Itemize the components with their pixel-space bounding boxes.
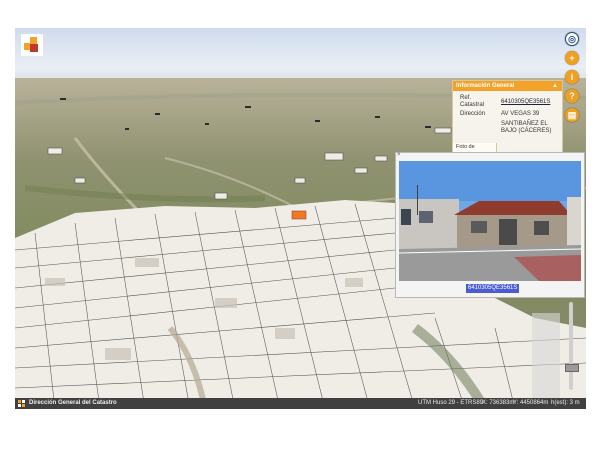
photo-ref-link[interactable]: 6410305QE3561S bbox=[466, 284, 520, 293]
direccion-label: Dirección bbox=[460, 111, 486, 117]
close-icon[interactable]: × bbox=[397, 152, 401, 158]
info-button[interactable]: i bbox=[565, 70, 579, 84]
catastro-small-logo-icon bbox=[18, 400, 25, 407]
compass-icon[interactable]: ◎ bbox=[565, 32, 579, 46]
direccion-value: AV VEGAS 39 bbox=[501, 111, 540, 117]
info-panel-header: Información General ▲ bbox=[453, 81, 562, 91]
zoom-handle[interactable] bbox=[565, 364, 579, 372]
zoom-in-button[interactable]: + bbox=[565, 51, 579, 65]
ref-value-link[interactable]: 6410305QE3561S bbox=[501, 99, 550, 105]
help-button[interactable]: ? bbox=[565, 89, 579, 103]
x-coordinate: X: 736383m bbox=[482, 400, 515, 406]
zoom-track[interactable] bbox=[569, 302, 573, 390]
height-estimate: h(est): 3 m bbox=[551, 400, 580, 406]
catastro-logo-icon[interactable] bbox=[21, 34, 43, 56]
zoom-slider[interactable] bbox=[563, 302, 579, 390]
facade-photo-popup: × 6410305QE3561S bbox=[395, 152, 585, 298]
map-3d-viewer[interactable]: ◎ + i ? ▤ Información General ▲ Ref. Cat… bbox=[15, 28, 586, 409]
status-bar: Dirección General del Catastro UTM Huso … bbox=[15, 398, 586, 409]
organization-label: Dirección General del Catastro bbox=[29, 400, 117, 406]
navigation-controls: ◎ + i ? ▤ bbox=[565, 32, 581, 127]
locality-value: SANTIBAÑEZ EL BAJO (CÁCERES) bbox=[501, 121, 552, 134]
ref-label: Ref. Catastral bbox=[460, 95, 485, 108]
crs-label: UTM Huso 29 - ETRS89 bbox=[418, 400, 484, 406]
collapse-toggle-icon[interactable]: ▲ bbox=[552, 81, 558, 91]
y-coordinate: Y: 4450864m bbox=[513, 400, 549, 406]
layers-button[interactable]: ▤ bbox=[565, 108, 579, 122]
facade-photo bbox=[399, 161, 581, 281]
info-panel-title: Información General bbox=[456, 83, 515, 89]
